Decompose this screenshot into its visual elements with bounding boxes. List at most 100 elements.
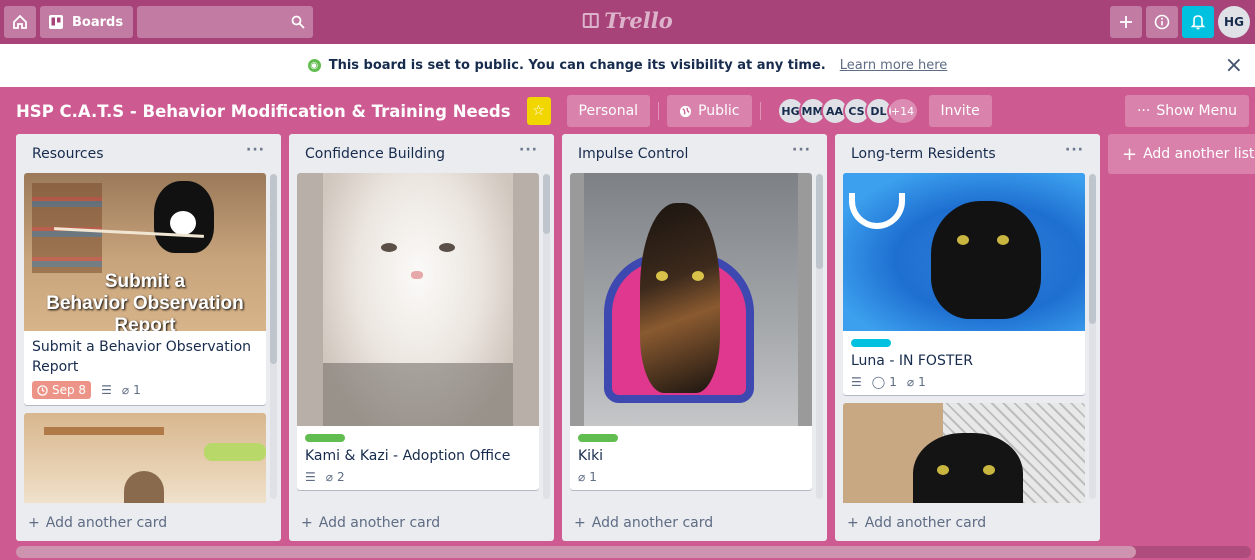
cat-eye bbox=[957, 235, 969, 245]
learn-more-link[interactable]: Learn more here bbox=[840, 58, 948, 73]
card-title: Submit a Behavior Observation Report bbox=[32, 339, 252, 375]
plus-icon: + bbox=[301, 515, 313, 531]
trello-logo-text: Trello bbox=[604, 8, 673, 33]
add-card-button[interactable]: + Add another card bbox=[570, 511, 713, 535]
card-title: Kami & Kazi - Adoption Office bbox=[305, 448, 511, 464]
ellipsis-icon: ··· bbox=[1136, 103, 1151, 119]
list-menu-icon[interactable]: ··· bbox=[519, 142, 538, 174]
boards-icon bbox=[49, 15, 63, 29]
member-list: HG MM AA CS DL +14 bbox=[776, 97, 919, 125]
bell-icon bbox=[1191, 15, 1205, 30]
list-long-term-residents: Long-term Residents ··· Luna - IN FOSTER… bbox=[835, 134, 1100, 541]
add-card-button[interactable]: + Add another card bbox=[843, 511, 986, 535]
attachment-badge: ⌀ 2 bbox=[326, 470, 345, 484]
list-scrollbar[interactable] bbox=[270, 174, 277, 499]
green-label[interactable] bbox=[578, 434, 618, 442]
green-label[interactable] bbox=[305, 434, 345, 442]
plus-icon: + bbox=[574, 515, 586, 531]
board-title[interactable]: HSP C.A.T.S - Behavior Modification & Tr… bbox=[16, 102, 511, 121]
list-scrollbar[interactable] bbox=[1089, 174, 1096, 499]
list-menu-icon[interactable]: ··· bbox=[792, 142, 811, 174]
card-cover-image bbox=[297, 173, 539, 426]
comment-count: 1 bbox=[889, 375, 897, 389]
star-icon: ☆ bbox=[532, 103, 545, 119]
home-button[interactable] bbox=[4, 6, 36, 38]
add-card-label: Add another card bbox=[318, 515, 441, 531]
comment-badge: ◯ 1 bbox=[872, 375, 897, 389]
board-horizontal-scrollbar[interactable] bbox=[16, 546, 1251, 558]
list-menu-icon[interactable]: ··· bbox=[1065, 142, 1084, 174]
cat-eye bbox=[983, 465, 995, 475]
list-title[interactable]: Long-term Residents bbox=[851, 146, 996, 174]
show-menu-label: Show Menu bbox=[1156, 103, 1237, 119]
team-button[interactable]: Personal bbox=[566, 95, 651, 127]
add-card-button[interactable]: + Add another card bbox=[24, 511, 167, 535]
card-behavior-report[interactable]: Submit a Behavior Observation Report Sub… bbox=[24, 173, 266, 405]
attachment-count: 2 bbox=[337, 470, 345, 484]
card-kami-kazi[interactable]: Kami & Kazi - Adoption Office ☰ ⌀ 2 bbox=[297, 173, 539, 490]
search-input[interactable] bbox=[137, 6, 314, 38]
list-scrollbar[interactable] bbox=[543, 174, 550, 499]
attachment-badge: ⌀ 1 bbox=[122, 383, 141, 397]
boards-button[interactable]: Boards bbox=[40, 6, 134, 38]
globe-icon bbox=[679, 105, 692, 117]
cover-caption-line1: Submit a bbox=[104, 271, 186, 292]
due-date-text: Sep 8 bbox=[52, 383, 87, 397]
card-title: Luna - IN FOSTER bbox=[851, 353, 973, 369]
card-cover-image bbox=[570, 173, 812, 426]
list-confidence-building: Confidence Building ··· Kami & Kazi - Ad… bbox=[289, 134, 554, 541]
info-button[interactable] bbox=[1146, 6, 1178, 38]
list-title[interactable]: Confidence Building bbox=[305, 146, 445, 174]
top-header: Boards Trello HG bbox=[0, 0, 1255, 44]
cat-nose bbox=[411, 271, 423, 279]
add-card-label: Add another card bbox=[591, 515, 714, 531]
add-card-button[interactable]: + Add another card bbox=[297, 511, 440, 535]
divider bbox=[658, 102, 660, 120]
cat-eye bbox=[381, 243, 397, 252]
list-title[interactable]: Impulse Control bbox=[578, 146, 688, 174]
add-list-label: Add another list bbox=[1143, 146, 1255, 162]
plus-icon: + bbox=[1122, 143, 1138, 165]
star-button[interactable]: ☆ bbox=[526, 97, 551, 125]
list-resources: Resources ··· Submit a Behavior Observat… bbox=[16, 134, 281, 541]
due-date-badge[interactable]: Sep 8 bbox=[32, 381, 92, 399]
tortoiseshell-cat bbox=[640, 203, 720, 393]
attachment-badge: ⌀ 1 bbox=[578, 470, 597, 484]
card-kiki[interactable]: Kiki ⌀ 1 bbox=[570, 173, 812, 490]
notifications-button[interactable] bbox=[1182, 6, 1214, 38]
invite-button[interactable]: Invite bbox=[928, 95, 992, 127]
attachment-count: 1 bbox=[133, 383, 141, 397]
list-impulse-control: Impulse Control ··· Kiki ⌀ 1 + Add anoth… bbox=[562, 134, 827, 541]
card-black-cat-photo[interactable] bbox=[843, 403, 1085, 503]
list-title[interactable]: Resources bbox=[32, 146, 104, 174]
banner-message: This board is set to public. You can cha… bbox=[328, 58, 826, 73]
scrollbar-thumb[interactable] bbox=[16, 546, 1136, 558]
cover-caption: Submit a Behavior Observation Report bbox=[24, 271, 266, 331]
card-luna[interactable]: Luna - IN FOSTER ☰ ◯ 1 ⌀ 1 bbox=[843, 173, 1085, 395]
list-scrollbar[interactable] bbox=[816, 174, 823, 499]
add-card-label: Add another card bbox=[45, 515, 168, 531]
description-icon: ☰ bbox=[851, 375, 862, 389]
clock-icon bbox=[37, 384, 48, 396]
add-list-button[interactable]: + Add another list bbox=[1108, 134, 1255, 174]
search-icon bbox=[291, 15, 305, 29]
add-card-label: Add another card bbox=[864, 515, 987, 531]
black-cat bbox=[931, 201, 1041, 319]
visibility-button[interactable]: Public bbox=[667, 95, 752, 127]
user-avatar[interactable]: HG bbox=[1218, 6, 1250, 38]
trello-logo[interactable]: Trello bbox=[582, 8, 673, 33]
more-members-button[interactable]: +14 bbox=[886, 97, 919, 125]
globe-icon: ◉ bbox=[307, 59, 321, 72]
visibility-banner: ◉ This board is set to public. You can c… bbox=[0, 44, 1255, 87]
show-menu-button[interactable]: ··· Show Menu bbox=[1124, 95, 1249, 127]
list-menu-icon[interactable]: ··· bbox=[246, 142, 265, 174]
shelf-background bbox=[44, 427, 164, 435]
cat-eye bbox=[439, 243, 455, 252]
cat-silhouette bbox=[124, 471, 164, 503]
create-button[interactable] bbox=[1110, 6, 1142, 38]
cyan-label[interactable] bbox=[851, 339, 891, 347]
black-cat bbox=[913, 433, 1023, 503]
close-icon[interactable]: × bbox=[1225, 53, 1243, 78]
description-icon: ☰ bbox=[305, 470, 316, 484]
card-training-photo[interactable] bbox=[24, 413, 266, 503]
